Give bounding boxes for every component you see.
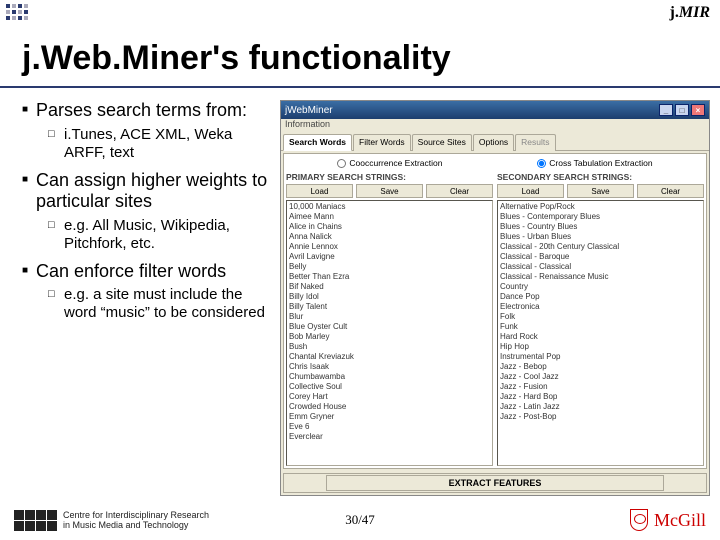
list-item[interactable]: Alice in Chains: [289, 222, 490, 232]
secondary-load-button[interactable]: Load: [497, 184, 564, 198]
title-bar: j.Web.Miner's functionality: [0, 30, 720, 86]
list-item[interactable]: Emm Gryner: [289, 412, 490, 422]
tab-source-sites[interactable]: Source Sites: [412, 134, 472, 151]
list-item[interactable]: Avril Lavigne: [289, 252, 490, 262]
list-item[interactable]: 10,000 Maniacs: [289, 202, 490, 212]
list-item[interactable]: Jazz - Hard Bop: [500, 392, 701, 402]
window-titlebar[interactable]: jWebMiner _ □ ×: [281, 101, 709, 119]
slide-title: j.Web.Miner's functionality: [22, 39, 451, 78]
list-item[interactable]: Classical - Renaissance Music: [500, 272, 701, 282]
tab-options[interactable]: Options: [473, 134, 514, 151]
tabbar: Search Words Filter Words Source Sites O…: [281, 133, 709, 151]
list-item[interactable]: Classical - Classical: [500, 262, 701, 272]
list-item[interactable]: Jazz - Latin Jazz: [500, 402, 701, 412]
list-item[interactable]: Electronica: [500, 302, 701, 312]
tab-search-words[interactable]: Search Words: [283, 134, 352, 151]
list-item[interactable]: Hip Hop: [500, 342, 701, 352]
mcgill-logo: McGill: [630, 509, 706, 531]
cirmmt-logo-icon: [14, 510, 57, 531]
bullet-3-1: □e.g. a site must include the word “musi…: [48, 286, 274, 322]
list-item[interactable]: Eve 6: [289, 422, 490, 432]
list-item[interactable]: Billy Idol: [289, 292, 490, 302]
cirmmt-block: Centre for Interdisciplinary Research in…: [14, 510, 209, 531]
tab-filter-words[interactable]: Filter Words: [353, 134, 411, 151]
list-item[interactable]: Classical - Baroque: [500, 252, 701, 262]
list-item[interactable]: Bob Marley: [289, 332, 490, 342]
list-item[interactable]: Blue Oyster Cult: [289, 322, 490, 332]
primary-listbox[interactable]: 10,000 ManiacsAimee MannAlice in ChainsA…: [286, 200, 493, 466]
list-item[interactable]: Jazz - Fusion: [500, 382, 701, 392]
secondary-clear-button[interactable]: Clear: [637, 184, 704, 198]
bullet-2-1: □e.g. All Music, Wikipedia, Pitchfork, e…: [48, 217, 274, 253]
slide-topbar: j.j.MIRMIR: [0, 0, 720, 26]
secondary-column: SECONDARY SEARCH STRINGS: Load Save Clea…: [497, 172, 704, 466]
list-item[interactable]: Blues - Urban Blues: [500, 232, 701, 242]
list-item[interactable]: Everclear: [289, 432, 490, 442]
bullet-1: ■Parses search terms from:: [22, 100, 274, 122]
list-item[interactable]: Classical - 20th Century Classical: [500, 242, 701, 252]
list-item[interactable]: Alternative Pop/Rock: [500, 202, 701, 212]
footer: Centre for Interdisciplinary Research in…: [0, 500, 720, 540]
list-item[interactable]: Jazz - Post-Bop: [500, 412, 701, 422]
app-window: jWebMiner _ □ × Information Search Words…: [280, 100, 710, 496]
corner-deco: [6, 4, 28, 20]
list-item[interactable]: Hard Rock: [500, 332, 701, 342]
primary-column: PRIMARY SEARCH STRINGS: Load Save Clear …: [286, 172, 493, 466]
page-number: 30/47: [345, 512, 375, 528]
mcgill-crest-icon: [630, 509, 648, 531]
bullet-3: ■Can enforce filter words: [22, 261, 274, 283]
list-item[interactable]: Folk: [500, 312, 701, 322]
list-item[interactable]: Bif Naked: [289, 282, 490, 292]
primary-save-button[interactable]: Save: [356, 184, 423, 198]
list-item[interactable]: Anna Nalick: [289, 232, 490, 242]
secondary-save-button[interactable]: Save: [567, 184, 634, 198]
tab-results: Results: [515, 134, 555, 151]
cirmmt-text: Centre for Interdisciplinary Research in…: [63, 510, 209, 530]
primary-header: PRIMARY SEARCH STRINGS:: [286, 172, 493, 182]
bullet-1-1: □i.Tunes, ACE XML, Weka ARFF, text: [48, 126, 274, 162]
list-item[interactable]: Better Than Ezra: [289, 272, 490, 282]
list-item[interactable]: Blues - Country Blues: [500, 222, 701, 232]
title-underline: [0, 86, 720, 88]
list-item[interactable]: Belly: [289, 262, 490, 272]
list-item[interactable]: Billy Talent: [289, 302, 490, 312]
list-item[interactable]: Funk: [500, 322, 701, 332]
primary-load-button[interactable]: Load: [286, 184, 353, 198]
radio-cooccurrence[interactable]: Cooccurrence Extraction: [337, 156, 442, 170]
close-button[interactable]: ×: [691, 104, 705, 116]
list-item[interactable]: Chumbawamba: [289, 372, 490, 382]
window-title: jWebMiner: [285, 105, 333, 116]
list-item[interactable]: Annie Lennox: [289, 242, 490, 252]
secondary-header: SECONDARY SEARCH STRINGS:: [497, 172, 704, 182]
list-item[interactable]: Collective Soul: [289, 382, 490, 392]
list-item[interactable]: Bush: [289, 342, 490, 352]
list-item[interactable]: Crowded House: [289, 402, 490, 412]
list-item[interactable]: Chris Isaak: [289, 362, 490, 372]
secondary-listbox[interactable]: Alternative Pop/RockBlues - Contemporary…: [497, 200, 704, 466]
list-item[interactable]: Jazz - Cool Jazz: [500, 372, 701, 382]
list-item[interactable]: Instrumental Pop: [500, 352, 701, 362]
minimize-button[interactable]: _: [659, 104, 673, 116]
list-item[interactable]: Corey Hart: [289, 392, 490, 402]
primary-clear-button[interactable]: Clear: [426, 184, 493, 198]
maximize-button[interactable]: □: [675, 104, 689, 116]
menubar[interactable]: Information: [281, 119, 709, 133]
list-item[interactable]: Aimee Mann: [289, 212, 490, 222]
list-item[interactable]: Country: [500, 282, 701, 292]
list-item[interactable]: Blues - Contemporary Blues: [500, 212, 701, 222]
list-item[interactable]: Chantal Kreviazuk: [289, 352, 490, 362]
tab-panel: Cooccurrence Extraction Cross Tabulation…: [283, 153, 707, 469]
extract-row: EXTRACT FEATURES: [283, 473, 707, 493]
list-item[interactable]: Blur: [289, 312, 490, 322]
radio-cross-tabulation[interactable]: Cross Tabulation Extraction: [537, 156, 652, 170]
jmir-logo: j.j.MIRMIR: [670, 4, 710, 22]
bullet-2: ■Can assign higher weights to particular…: [22, 170, 274, 213]
list-item[interactable]: Jazz - Bebop: [500, 362, 701, 372]
extract-features-button[interactable]: EXTRACT FEATURES: [326, 475, 664, 491]
list-item[interactable]: Dance Pop: [500, 292, 701, 302]
bullet-list: ■Parses search terms from: □i.Tunes, ACE…: [22, 100, 274, 496]
